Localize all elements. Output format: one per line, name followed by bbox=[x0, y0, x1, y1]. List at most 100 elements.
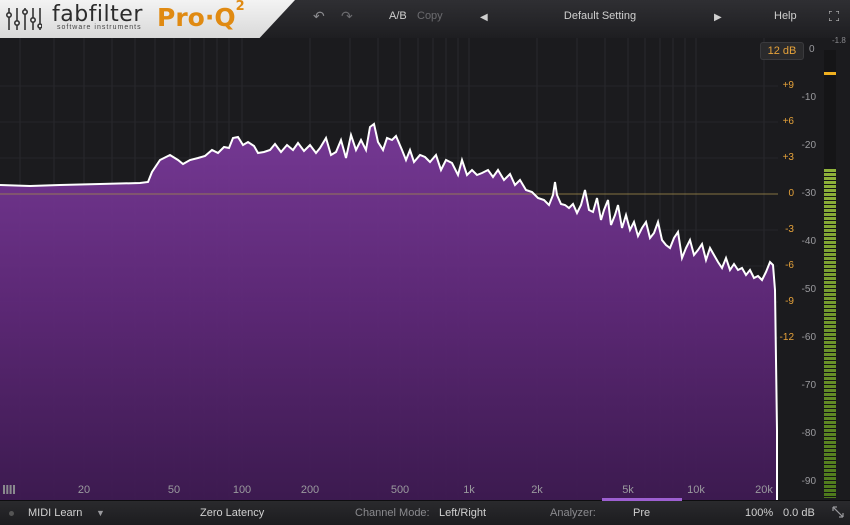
preset-name[interactable]: Default Setting bbox=[510, 10, 690, 22]
meter-segment-gap bbox=[824, 208, 836, 209]
meter-segment-gap bbox=[824, 496, 836, 497]
meter-segment-gap bbox=[824, 152, 836, 153]
meter-segment-gap bbox=[824, 84, 836, 85]
meter-segment-gap bbox=[824, 196, 836, 197]
output-level-meter bbox=[824, 50, 836, 498]
range-button[interactable]: 12 dB bbox=[760, 42, 804, 60]
freq-label: 50 bbox=[167, 484, 181, 496]
analyzer-scale-label: -60 bbox=[801, 332, 816, 343]
meter-segment-gap bbox=[824, 268, 836, 269]
freq-label: 5k bbox=[622, 484, 634, 496]
meter-segment-gap bbox=[824, 432, 836, 433]
analyzer-scale-label: -10 bbox=[801, 92, 816, 103]
redo-icon[interactable]: ↷ bbox=[341, 8, 353, 25]
meter-segment-gap bbox=[824, 216, 836, 217]
meter-segment-gap bbox=[824, 408, 836, 409]
meter-segment-gap bbox=[824, 212, 836, 213]
meter-segment-gap bbox=[824, 280, 836, 281]
meter-segment-gap bbox=[824, 68, 836, 69]
channel-mode-value[interactable]: Left/Right bbox=[439, 507, 486, 519]
meter-segment-gap bbox=[824, 300, 836, 301]
prev-arrow-icon[interactable]: ◀ bbox=[480, 12, 488, 23]
product-version: 2 bbox=[235, 0, 245, 14]
meter-segment-gap bbox=[824, 308, 836, 309]
meter-segment-gap bbox=[824, 368, 836, 369]
meter-segment-gap bbox=[824, 476, 836, 477]
meter-segment-gap bbox=[824, 380, 836, 381]
meter-segment-gap bbox=[824, 136, 836, 137]
meter-segment-gap bbox=[824, 88, 836, 89]
meter-segment-gap bbox=[824, 400, 836, 401]
meter-segment-gap bbox=[824, 328, 836, 329]
meter-segment-gap bbox=[824, 108, 836, 109]
analyzer-scale-label: -30 bbox=[801, 188, 816, 199]
meter-segment-gap bbox=[824, 420, 836, 421]
midi-learn-button[interactable]: MIDI Learn bbox=[28, 507, 82, 519]
meter-segment-gap bbox=[824, 232, 836, 233]
meter-segment-gap bbox=[824, 192, 836, 193]
meter-segment-gap bbox=[824, 344, 836, 345]
meter-segment-gap bbox=[824, 440, 836, 441]
latency-button[interactable]: Zero Latency bbox=[200, 507, 264, 519]
meter-segment-gap bbox=[824, 200, 836, 201]
meter-segment-gap bbox=[824, 284, 836, 285]
meter-segment-gap bbox=[824, 140, 836, 141]
help-button[interactable]: Help bbox=[774, 10, 797, 22]
eq-scale-label: -12 bbox=[779, 332, 794, 343]
meter-segment-gap bbox=[824, 76, 836, 77]
freq-label: 500 bbox=[390, 484, 410, 496]
eq-scale-label: -9 bbox=[785, 296, 794, 307]
meter-segment-gap bbox=[824, 236, 836, 237]
meter-segment-gap bbox=[824, 444, 836, 445]
piano-icon[interactable] bbox=[3, 485, 15, 494]
fabfilter-logo-icon bbox=[6, 8, 42, 30]
meter-peak-marker bbox=[824, 72, 836, 75]
product-name: Pro·Q2 bbox=[157, 0, 245, 32]
meter-segment-gap bbox=[824, 52, 836, 53]
meter-segment-gap bbox=[824, 356, 836, 357]
dropdown-icon[interactable]: ▼ bbox=[96, 508, 105, 518]
meter-segment-gap bbox=[824, 116, 836, 117]
meter-segment-gap bbox=[824, 404, 836, 405]
meter-segment-gap bbox=[824, 224, 836, 225]
meter-segment-gap bbox=[824, 148, 836, 149]
header-bar: fabfilter software instruments Pro·Q2 ↶ … bbox=[0, 0, 850, 39]
analyzer-value[interactable]: Pre bbox=[633, 507, 650, 519]
meter-segment-gap bbox=[824, 264, 836, 265]
meter-segment-gap bbox=[824, 188, 836, 189]
meter-segment-gap bbox=[824, 252, 836, 253]
fullscreen-icon[interactable] bbox=[829, 11, 839, 21]
analyzer-scale-label: -50 bbox=[801, 284, 816, 295]
meter-segment-gap bbox=[824, 64, 836, 65]
zoom-level[interactable]: 100% bbox=[745, 507, 773, 519]
eq-scale-label: +9 bbox=[782, 80, 794, 91]
eq-scale-label: +6 bbox=[782, 116, 794, 127]
meter-segment-gap bbox=[824, 472, 836, 473]
meter-segment-gap bbox=[824, 488, 836, 489]
meter-segment-gap bbox=[824, 164, 836, 165]
eq-scale-label: -6 bbox=[785, 260, 794, 271]
freq-label: 2k bbox=[531, 484, 543, 496]
next-arrow-icon[interactable]: ▶ bbox=[714, 12, 722, 23]
meter-segment-gap bbox=[824, 156, 836, 157]
meter-segment-gap bbox=[824, 324, 836, 325]
copy-button[interactable]: Copy bbox=[417, 10, 443, 22]
meter-segment-gap bbox=[824, 480, 836, 481]
midi-indicator-icon bbox=[9, 511, 14, 516]
eq-display[interactable] bbox=[0, 38, 778, 500]
output-gain[interactable]: 0.0 dB bbox=[783, 507, 815, 519]
meter-segment-gap bbox=[824, 416, 836, 417]
analyzer-active-indicator bbox=[602, 498, 682, 501]
product-title: Pro·Q bbox=[157, 3, 236, 32]
channel-mode-label: Channel Mode: bbox=[355, 507, 430, 519]
undo-icon[interactable]: ↶ bbox=[313, 8, 325, 25]
meter-segment-gap bbox=[824, 336, 836, 337]
meter-segment-gap bbox=[824, 240, 836, 241]
resize-icon[interactable] bbox=[832, 506, 844, 518]
ab-button[interactable]: A/B bbox=[389, 10, 407, 22]
freq-label: 10k bbox=[687, 484, 705, 496]
spectrum-graph bbox=[0, 38, 778, 500]
meter-segment-gap bbox=[824, 316, 836, 317]
meter-segment-gap bbox=[824, 424, 836, 425]
meter-segment-gap bbox=[824, 360, 836, 361]
